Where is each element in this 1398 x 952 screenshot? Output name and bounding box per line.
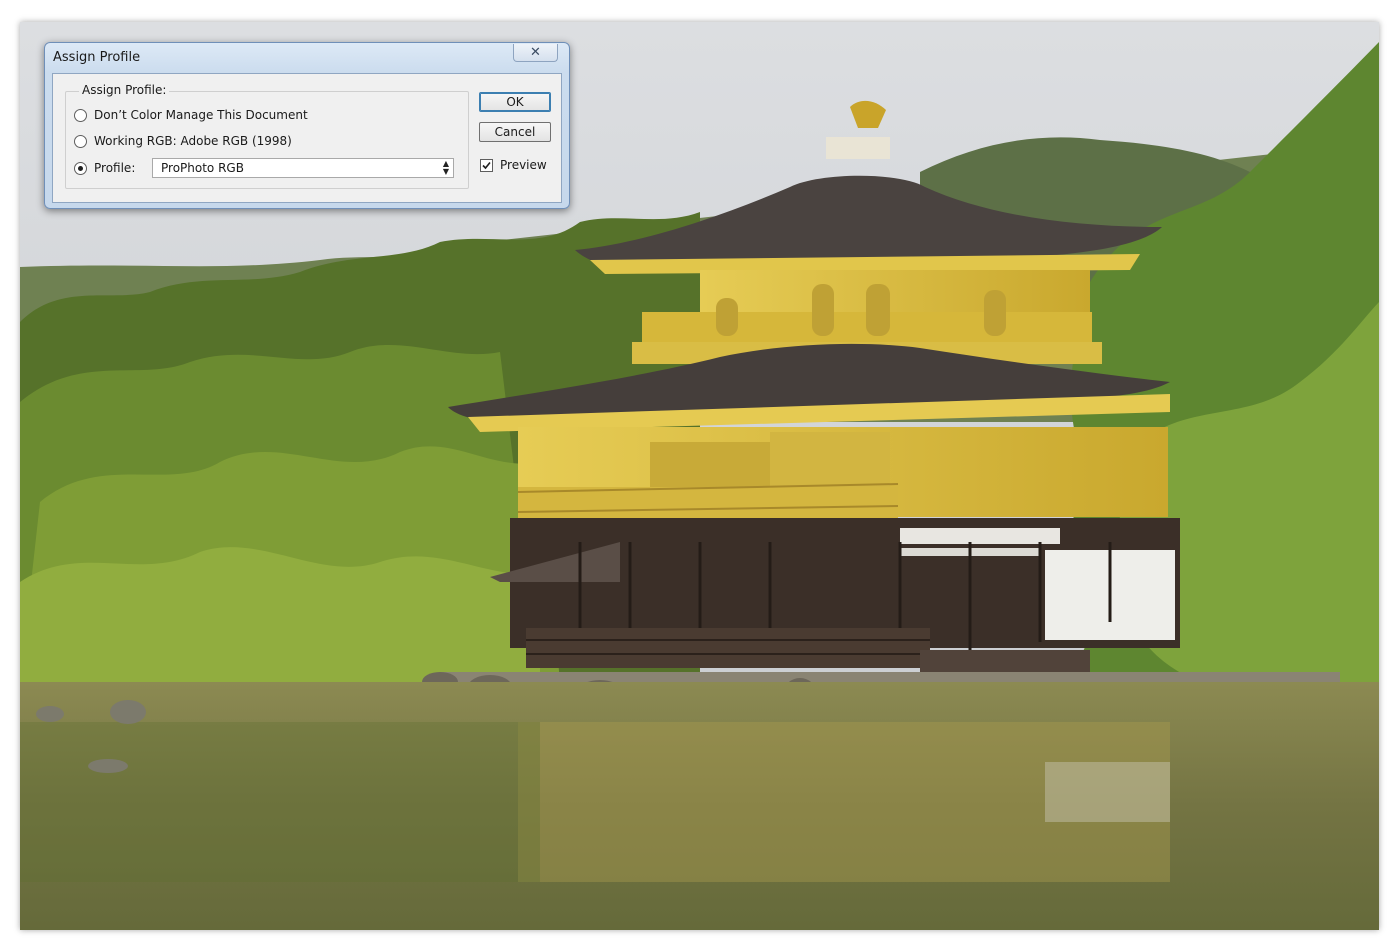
dont-color-manage-option[interactable]: Don’t Color Manage This Document — [74, 106, 308, 124]
preview-option[interactable]: Preview — [480, 157, 547, 173]
cancel-button[interactable]: Cancel — [479, 122, 551, 142]
working-rgb-option[interactable]: Working RGB: Adobe RGB (1998) — [74, 132, 292, 150]
checkmark-icon — [482, 161, 491, 169]
profile-radio[interactable] — [74, 161, 87, 175]
profile-select-value: ProPhoto RGB — [161, 161, 244, 175]
dialog-client-area: Assign Profile: Don’t Color Manage This … — [52, 73, 562, 203]
close-icon: ✕ — [530, 45, 541, 60]
group-label: Assign Profile: — [79, 83, 170, 97]
working-rgb-label: Working RGB: Adobe RGB (1998) — [94, 134, 292, 148]
ok-button[interactable]: OK — [479, 92, 551, 112]
dont-color-manage-radio[interactable] — [74, 108, 87, 122]
dialog-title: Assign Profile — [53, 50, 141, 65]
dont-color-manage-label: Don’t Color Manage This Document — [94, 108, 308, 122]
updown-arrows-icon: ▲ ▼ — [442, 159, 449, 176]
profile-select[interactable]: ProPhoto RGB ▲ ▼ — [152, 158, 454, 178]
profile-label: Profile: — [94, 161, 136, 175]
preview-checkbox[interactable] — [480, 158, 493, 172]
preview-label: Preview — [500, 158, 547, 172]
close-button[interactable]: ✕ — [513, 44, 558, 62]
assign-profile-group: Assign Profile: Don’t Color Manage This … — [65, 83, 469, 189]
working-rgb-radio[interactable] — [74, 134, 87, 148]
assign-profile-dialog: Assign Profile ✕ Assign Profile: Don’t C… — [44, 42, 570, 209]
profile-option[interactable]: Profile: — [74, 159, 135, 177]
